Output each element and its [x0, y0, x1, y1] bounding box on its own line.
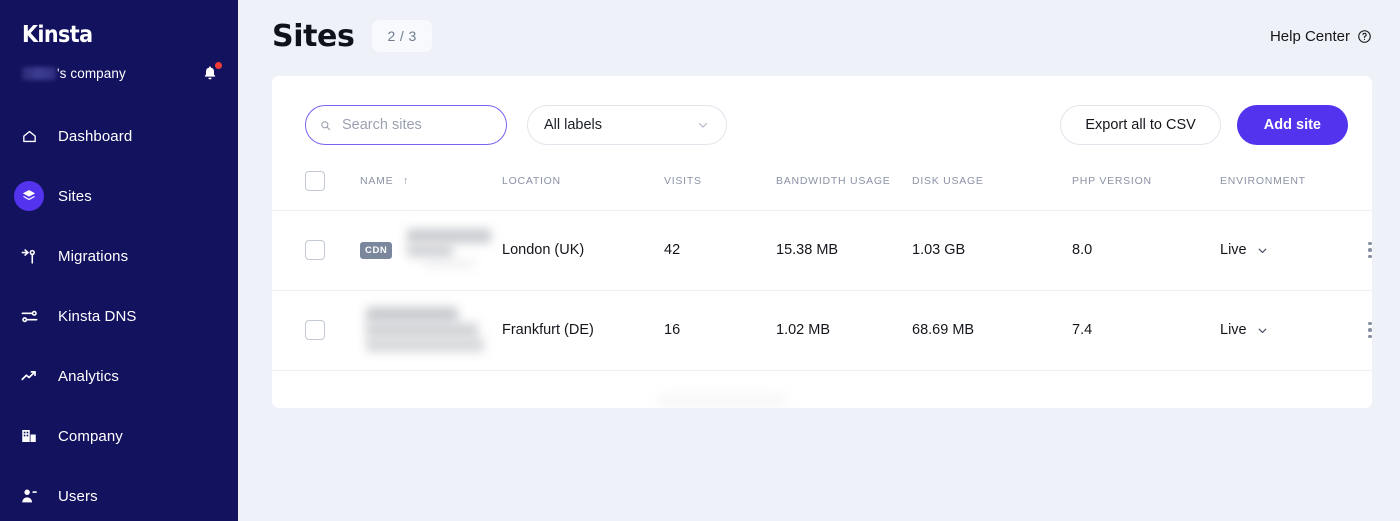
table-header: NAME ↑ LOCATION VISITS BANDWIDTH USAGE D… [272, 152, 1372, 211]
export-csv-button[interactable]: Export all to CSV [1060, 105, 1221, 145]
column-header-php[interactable]: PHP VERSION [1072, 152, 1220, 211]
sites-count-badge: 2 / 3 [372, 20, 432, 52]
select-all-checkbox[interactable] [305, 170, 325, 191]
row-php-version: 7.4 [1072, 290, 1220, 371]
company-name: 's company [22, 66, 126, 81]
row-bandwidth: 15.38 MB [776, 210, 912, 291]
row-environment-cell: Live [1220, 210, 1340, 291]
row-location: London (UK) [502, 210, 664, 291]
sidebar-item-dashboard[interactable]: Dashboard [0, 116, 238, 156]
toolbar-actions: Export all to CSV Add site [1060, 105, 1348, 145]
row-disk-usage: 1.03 GB [912, 210, 1072, 291]
row-actions-cell [1340, 290, 1372, 371]
sidebar-item-label: Kinsta DNS [58, 307, 137, 325]
table-row[interactable]: CDN London (UK) 42 15.38 MB 1.03 GB 8.0 [272, 210, 1372, 291]
chevron-down-icon [698, 122, 708, 128]
help-center-link[interactable]: Help Center [1270, 28, 1372, 45]
sidebar-nav: Dashboard Sites Migrations Kinsta DNS An… [0, 116, 238, 521]
sidebar-item-label: Company [58, 427, 123, 445]
kebab-menu-icon[interactable] [1340, 241, 1372, 259]
layers-icon [14, 181, 44, 211]
search-input[interactable] [342, 117, 492, 133]
table-header-row: NAME ↑ LOCATION VISITS BANDWIDTH USAGE D… [272, 152, 1372, 211]
search-icon [321, 120, 331, 130]
sites-table: NAME ↑ LOCATION VISITS BANDWIDTH USAGE D… [272, 152, 1372, 371]
sidebar-item-label: Dashboard [58, 127, 133, 145]
building-icon [14, 421, 44, 451]
row-checkbox[interactable] [305, 240, 325, 260]
row-checkbox[interactable] [305, 320, 325, 340]
sidebar-item-sites[interactable]: Sites [0, 176, 238, 216]
table-body: CDN London (UK) 42 15.38 MB 1.03 GB 8.0 [272, 210, 1372, 371]
table-row[interactable]: Frankfurt (DE) 16 1.02 MB 68.69 MB 7.4 L… [272, 290, 1372, 371]
sidebar-item-users[interactable]: Users [0, 476, 238, 516]
environment-value: Live [1220, 242, 1247, 258]
labels-filter-value: All labels [544, 117, 603, 133]
environment-selector[interactable]: Live [1220, 242, 1340, 258]
column-header-visits[interactable]: VISITS [664, 152, 776, 211]
page-title: Sites [272, 18, 355, 54]
clipped-next-row [658, 394, 786, 408]
column-header-name[interactable]: NAME ↑ [360, 152, 502, 211]
labels-filter-select[interactable]: All labels [527, 105, 727, 145]
row-visits: 42 [664, 210, 776, 291]
app-root: Kinsta 's company Dashboard Sites Migrat… [0, 0, 1400, 521]
company-name-suffix: 's company [57, 65, 126, 81]
column-header-location[interactable]: LOCATION [502, 152, 664, 211]
migration-icon [14, 241, 44, 271]
question-circle-icon [1358, 29, 1371, 43]
sidebar: Kinsta 's company Dashboard Sites Migrat… [0, 0, 238, 521]
redacted-company-owner [22, 66, 56, 80]
environment-value: Live [1220, 322, 1247, 338]
sidebar-item-kinsta-dns[interactable]: Kinsta DNS [0, 296, 238, 336]
kebab-menu-icon[interactable] [1340, 321, 1372, 339]
dns-icon [14, 301, 44, 331]
trending-up-icon [14, 361, 44, 391]
column-header-disk[interactable]: DISK USAGE [912, 152, 1072, 211]
add-site-button[interactable]: Add site [1236, 105, 1348, 145]
column-label: NAME [360, 174, 394, 187]
chevron-down-icon [1258, 248, 1266, 253]
sites-card: All labels Export all to CSV Add site [272, 76, 1372, 408]
row-bandwidth: 1.02 MB [776, 290, 912, 371]
kinsta-logo: Kinsta [22, 22, 93, 48]
sidebar-item-label: Migrations [58, 247, 129, 265]
row-disk-usage: 68.69 MB [912, 290, 1072, 371]
environment-selector[interactable]: Live [1220, 322, 1340, 338]
row-actions-cell [1340, 210, 1372, 291]
column-header-actions [1340, 152, 1372, 211]
column-header-environment[interactable]: ENVIRONMENT [1220, 152, 1340, 211]
notifications-button[interactable] [200, 62, 222, 83]
row-location: Frankfurt (DE) [502, 290, 664, 371]
sidebar-item-company[interactable]: Company [0, 416, 238, 456]
chevron-down-icon [1258, 328, 1266, 333]
page-header: Sites 2 / 3 Help Center [238, 0, 1400, 72]
row-name-cell [360, 290, 502, 371]
column-header-bandwidth[interactable]: BANDWIDTH USAGE [776, 152, 912, 211]
row-visits: 16 [664, 290, 776, 371]
row-select-cell [272, 210, 360, 291]
row-name-cell: CDN [360, 210, 502, 291]
sidebar-item-label: Users [58, 487, 98, 505]
select-all-header [272, 152, 360, 211]
redacted-site-name [360, 307, 488, 353]
sidebar-item-label: Analytics [58, 367, 119, 385]
company-row: 's company [22, 62, 222, 84]
row-select-cell [272, 290, 360, 371]
search-box[interactable] [305, 105, 507, 145]
arrow-up-icon: ↑ [403, 174, 410, 187]
sidebar-item-analytics[interactable]: Analytics [0, 356, 238, 396]
row-environment-cell: Live [1220, 290, 1340, 371]
cdn-badge: CDN [360, 241, 393, 259]
user-minus-icon [14, 481, 44, 511]
sites-toolbar: All labels Export all to CSV Add site [272, 76, 1372, 152]
main-content: Sites 2 / 3 Help Center Search sites All… [238, 0, 1400, 521]
row-php-version: 8.0 [1072, 210, 1220, 291]
help-center-label: Help Center [1269, 27, 1350, 45]
redacted-site-name [401, 227, 497, 273]
notification-dot [215, 62, 222, 69]
sidebar-item-label: Sites [58, 187, 92, 205]
sidebar-item-migrations[interactable]: Migrations [0, 236, 238, 276]
home-icon [14, 121, 44, 151]
